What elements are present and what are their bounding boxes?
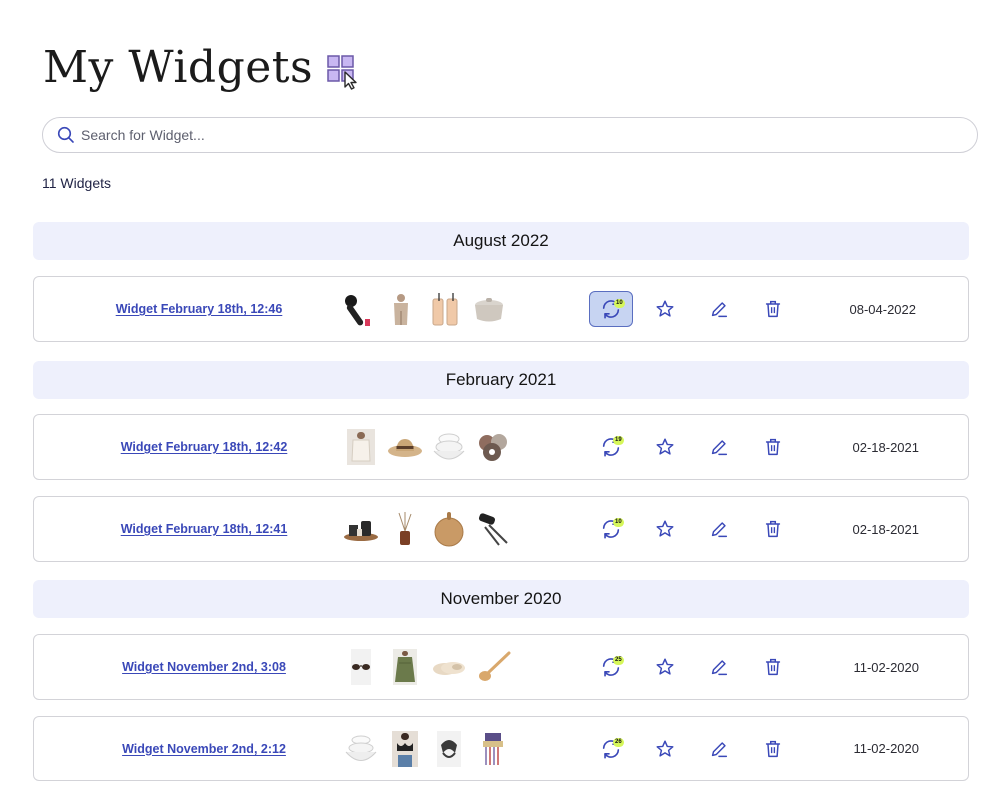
product-thumbnail-bralette[interactable] (387, 731, 423, 767)
trash-icon (765, 658, 781, 676)
product-thumbnail-dutch-oven[interactable] (471, 291, 507, 327)
page-title: My Widgets (43, 42, 314, 93)
edit-button[interactable] (697, 511, 741, 547)
republish-count-badge: 26 (613, 738, 624, 747)
product-thumbnail-reed-diffuser[interactable] (387, 511, 423, 547)
widget-date: 08-04-2022 (849, 301, 917, 317)
delete-button[interactable] (751, 731, 795, 767)
edit-button[interactable] (697, 649, 741, 685)
trash-icon (765, 438, 781, 456)
pencil-icon (711, 440, 728, 456)
republish-count-badge: 10 (613, 518, 624, 527)
widget-row: Widget February 18th, 12:41 10 02-18-202… (33, 496, 969, 562)
widgets-grid-icon (327, 54, 357, 90)
widget-name-link[interactable]: Widget November 2nd, 2:12 (122, 742, 286, 756)
product-thumbnail-tassel-earrings[interactable] (475, 731, 511, 767)
republish-button[interactable]: 26 (589, 731, 633, 767)
group-label: February 2021 (445, 370, 557, 389)
delete-button[interactable] (751, 511, 795, 547)
widget-name-link[interactable]: Widget February 18th, 12:42 (121, 440, 288, 454)
product-thumbnail-mixing-bowls[interactable] (431, 429, 467, 465)
product-thumbnail-tray-set[interactable] (343, 511, 379, 547)
edit-button[interactable] (697, 731, 741, 767)
delete-button[interactable] (751, 429, 795, 465)
pencil-icon (711, 742, 728, 758)
product-thumbnail-cutting-board[interactable] (431, 511, 467, 547)
republish-count-badge: 25 (613, 656, 624, 665)
republish-button[interactable]: 19 (589, 429, 633, 465)
search-icon (57, 126, 74, 143)
widget-name-link[interactable]: Widget February 18th, 12:41 (121, 522, 288, 536)
widget-name-link[interactable]: Widget February 18th, 12:46 (116, 302, 283, 316)
group-label: November 2020 (440, 589, 562, 608)
favorite-button[interactable] (643, 731, 687, 767)
edit-button[interactable] (697, 429, 741, 465)
product-thumbnail-sunglasses[interactable] (343, 649, 379, 685)
widget-date: 11-02-2020 (853, 741, 919, 756)
republish-count-badge: 10 (614, 299, 625, 308)
product-thumbnail-knit-cardigan[interactable] (343, 429, 379, 465)
page-header: My Widgets (43, 42, 361, 93)
widget-row: Widget February 18th, 12:46 10 08-04-202… (33, 276, 969, 342)
pencil-icon (711, 302, 728, 318)
group-label: August 2022 (453, 231, 549, 250)
widget-date: 02-18-2021 (852, 439, 920, 455)
favorite-button[interactable] (643, 649, 687, 685)
product-thumbnail-scrunchies[interactable] (475, 429, 511, 465)
widget-row: Widget November 2nd, 2:12 26 11-02-2020 (33, 716, 969, 781)
group-header: November 2020 (33, 580, 969, 618)
group-header: February 2021 (33, 361, 969, 399)
trash-icon (765, 740, 781, 758)
edit-button[interactable] (697, 291, 741, 327)
product-thumbnail-straw-hat[interactable] (387, 429, 423, 465)
product-thumbnail-green-dress[interactable] (387, 649, 423, 685)
widget-count: 11 Widgets (42, 175, 111, 191)
star-icon (656, 658, 674, 675)
republish-button[interactable]: 10 (589, 291, 633, 327)
widget-row: Widget November 2nd, 3:08 25 11-02-2020 (33, 634, 969, 700)
widget-date: 11-02-2020 (853, 659, 919, 675)
delete-button[interactable] (751, 291, 795, 327)
product-thumbnail-hair-dryer-brush[interactable] (339, 291, 375, 327)
republish-button[interactable]: 10 (589, 511, 633, 547)
widget-row: Widget February 18th, 12:42 19 02-18-202… (33, 414, 969, 480)
pencil-icon (711, 522, 728, 538)
search-input[interactable] (81, 127, 941, 143)
republish-count-badge: 19 (613, 436, 624, 445)
widget-date: 02-18-2021 (852, 521, 920, 537)
trash-icon (765, 300, 781, 318)
favorite-button[interactable] (643, 511, 687, 547)
favorite-button[interactable] (643, 429, 687, 465)
star-icon (656, 300, 674, 317)
group-header: August 2022 (33, 222, 969, 260)
star-icon (656, 520, 674, 537)
widget-name-link[interactable]: Widget November 2nd, 3:08 (122, 660, 286, 674)
republish-button[interactable]: 25 (589, 649, 633, 685)
favorite-button[interactable] (643, 291, 687, 327)
delete-button[interactable] (751, 649, 795, 685)
pencil-icon (711, 660, 728, 676)
star-icon (656, 740, 674, 757)
product-thumbnail-nesting-bowls[interactable] (343, 731, 379, 767)
product-thumbnail-bbq-tools[interactable] (475, 511, 511, 547)
product-thumbnail-wooden-spoon[interactable] (475, 649, 511, 685)
product-thumbnail-glass-tumblers[interactable] (427, 291, 463, 327)
product-thumbnail-knit-set[interactable] (383, 291, 419, 327)
product-thumbnail-slippers[interactable] (431, 649, 467, 685)
trash-icon (765, 520, 781, 538)
product-thumbnail-hair-clip[interactable] (431, 731, 467, 767)
star-icon (656, 438, 674, 455)
search-bar[interactable] (42, 117, 978, 153)
